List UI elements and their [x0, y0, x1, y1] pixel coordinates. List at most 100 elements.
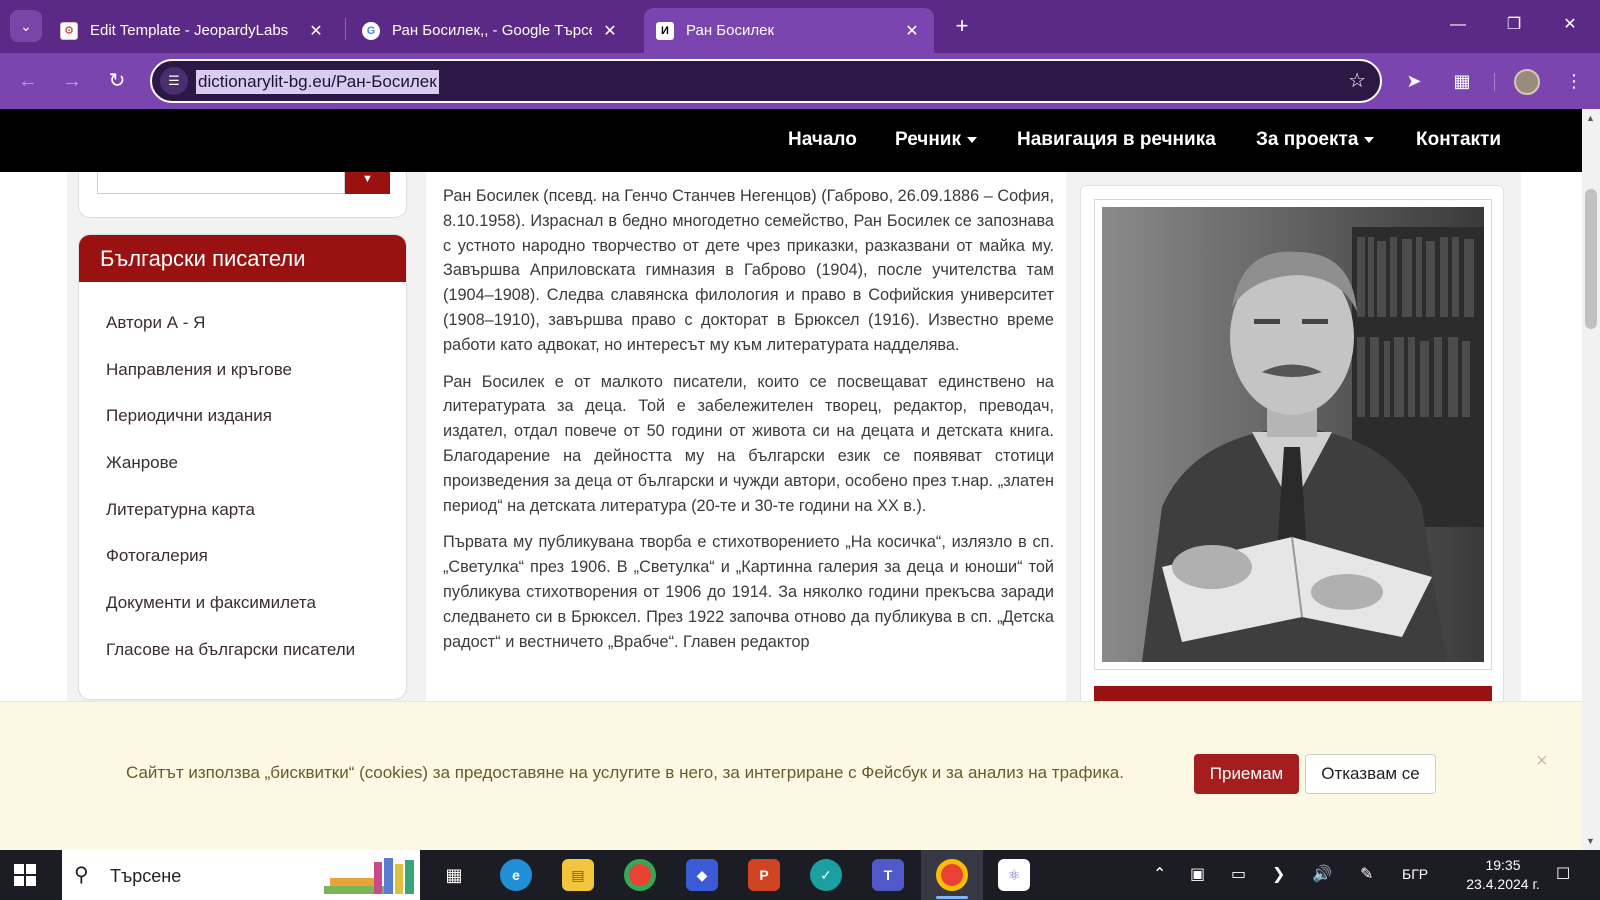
cursor-extension-icon[interactable]: ➤: [1398, 65, 1430, 97]
search-icon: ▼: [362, 173, 373, 185]
browser-toolbar: ← → ↻ ☰ dictionarylit-bg.eu/Ран-Босилек …: [0, 53, 1600, 109]
sidebar-item-photo-gallery[interactable]: Фотогалерия: [79, 533, 406, 580]
bulgarian-writers-card: Български писатели Автори А - Я Направле…: [78, 234, 407, 700]
sidebar-search-button[interactable]: ▼: [345, 172, 390, 194]
battery-icon[interactable]: ▭: [1231, 864, 1246, 884]
sidebar-item-movements[interactable]: Направления и кръгове: [79, 347, 406, 394]
address-bar[interactable]: ☰ dictionarylit-bg.eu/Ран-Босилек ☆: [150, 59, 1382, 103]
kebab-menu-icon[interactable]: ⋮: [1558, 65, 1590, 97]
close-tab-icon[interactable]: ✕: [902, 21, 922, 41]
decline-cookies-button[interactable]: Отказвам се: [1305, 754, 1436, 794]
pen-icon[interactable]: ✎: [1360, 864, 1373, 884]
books-decoration-icon: [324, 858, 414, 894]
clock-time: 19:35: [1485, 857, 1521, 873]
chrome-app-icon[interactable]: [624, 859, 656, 891]
tab-separator: [345, 18, 346, 40]
edge-app-icon[interactable]: e: [500, 859, 532, 891]
powerpoint-app-icon[interactable]: P: [748, 859, 780, 891]
reload-button[interactable]: ↻: [101, 65, 133, 97]
sidebar-item-voices[interactable]: Гласове на български писатели: [79, 627, 406, 674]
tab-jeopardylabs[interactable]: ⚙ Edit Template - JeopardyLabs ✕: [48, 8, 338, 53]
restore-window-button[interactable]: ❐: [1494, 10, 1534, 40]
system-clock[interactable]: 19:35 23.4.2024 г.: [1456, 856, 1550, 894]
chevron-down-icon: ⌄: [20, 17, 32, 34]
clock-date: 23.4.2024 г.: [1466, 876, 1540, 892]
nav-about-project-label: За проекта: [1256, 129, 1359, 150]
check-app-icon[interactable]: ✓: [810, 859, 842, 891]
tab-title: Ран Босилек: [686, 22, 775, 39]
site-navigation: Начало Речник Навигация в речника За про…: [0, 109, 1582, 172]
show-hidden-icons-chevron-icon[interactable]: ⌃: [1153, 864, 1166, 884]
sidebar-item-documents[interactable]: Документи и факсимилета: [79, 580, 406, 627]
sidebar-item-genres[interactable]: Жанрове: [79, 440, 406, 487]
sidebar-item-literary-map[interactable]: Литературна карта: [79, 487, 406, 534]
tab-search-button[interactable]: ⌄: [10, 10, 42, 42]
sidebar-item-periodicals[interactable]: Периодични издания: [79, 393, 406, 440]
caret-down-icon: [967, 136, 977, 143]
teams-app-icon[interactable]: T: [872, 859, 904, 891]
meet-now-icon[interactable]: ▣: [1190, 864, 1205, 884]
page-scrollbar[interactable]: ▲ ▼: [1582, 109, 1600, 850]
close-banner-icon[interactable]: ×: [1536, 750, 1548, 773]
tab-title: Ран Босилек,, - Google Търсене: [392, 22, 592, 39]
task-view-icon[interactable]: ▦: [438, 859, 470, 891]
atom-app-icon[interactable]: ⚛: [998, 859, 1030, 891]
active-app-indicator: [936, 896, 968, 899]
scrollbar-thumb[interactable]: [1585, 189, 1597, 329]
caret-down-icon: [1364, 136, 1375, 143]
nav-dictionary-label: Речник: [895, 129, 961, 150]
chrome-profile-app-icon[interactable]: [936, 859, 968, 891]
author-portrait-image: [1102, 207, 1484, 662]
toolbar-divider: [1494, 73, 1495, 91]
copilot-app-icon[interactable]: ◆: [686, 859, 718, 891]
writers-menu: Автори А - Я Направления и кръгове Перио…: [79, 282, 406, 674]
forward-button[interactable]: →: [56, 65, 88, 97]
extensions-puzzle-icon[interactable]: ▦: [1446, 65, 1478, 97]
article-paragraph: Ран Босилек (псевд. на Генчо Станчев Нег…: [443, 187, 1054, 354]
nav-dictionary-navigation[interactable]: Навигация в речника: [1017, 129, 1216, 151]
nav-home[interactable]: Начало: [788, 129, 857, 151]
google-favicon-icon: G: [362, 21, 380, 40]
scroll-down-arrow-icon[interactable]: ▼: [1586, 836, 1595, 846]
windows-start-icon[interactable]: [14, 864, 36, 886]
portrait-illustration: [1102, 207, 1484, 662]
accept-cookies-button[interactable]: Приемам: [1194, 754, 1299, 794]
close-tab-icon[interactable]: ✕: [306, 21, 326, 41]
profile-avatar[interactable]: [1514, 69, 1540, 95]
file-explorer-icon[interactable]: ▤: [562, 859, 594, 891]
photo-frame: [1094, 199, 1492, 670]
input-language-indicator[interactable]: БГР: [1402, 866, 1428, 882]
nav-about-project[interactable]: За проекта: [1256, 129, 1375, 151]
search-icon: ⚲: [74, 864, 89, 886]
windows-taskbar: ⚲ Търсене ▦ e ▤ ◆ P ✓ T ⚛ ⌃ ▣ ▭ ❯ 🔊 ✎ БГ…: [0, 850, 1600, 900]
sidebar-search-card: ▼: [78, 172, 407, 218]
site-settings-icon[interactable]: ☰: [160, 67, 188, 95]
close-window-button[interactable]: ✕: [1550, 10, 1590, 40]
scroll-up-arrow-icon[interactable]: ▲: [1586, 113, 1595, 123]
cookie-message: Сайтът използва „бисквитки“ (cookies) за…: [126, 763, 1124, 782]
notifications-icon[interactable]: ☐: [1556, 864, 1570, 884]
sidebar-search-input[interactable]: [97, 172, 345, 194]
taskbar-search-box[interactable]: ⚲ Търсене: [62, 850, 420, 900]
jeopardylabs-favicon-icon: ⚙: [60, 21, 78, 40]
new-tab-button[interactable]: +: [948, 12, 976, 40]
volume-icon[interactable]: 🔊: [1312, 864, 1332, 884]
nav-dictionary[interactable]: Речник: [895, 129, 977, 151]
sidebar-item-authors[interactable]: Автори А - Я: [79, 300, 406, 347]
tab-google-search[interactable]: G Ран Босилек,, - Google Търсене ✕: [350, 8, 632, 53]
cookie-consent-banner: Сайтът използва „бисквитки“ (cookies) за…: [0, 701, 1582, 850]
back-button[interactable]: ←: [12, 65, 44, 97]
article-paragraph: Ран Босилек е от малкото писатели, които…: [443, 372, 1054, 515]
tab-title: Edit Template - JeopardyLabs: [90, 22, 289, 39]
bookmark-star-icon[interactable]: ☆: [1348, 68, 1366, 93]
nav-contacts[interactable]: Контакти: [1416, 129, 1501, 151]
site-favicon-icon: И: [656, 21, 674, 40]
wifi-icon[interactable]: ❯: [1272, 864, 1285, 884]
close-tab-icon[interactable]: ✕: [600, 21, 620, 41]
url-text[interactable]: dictionarylit-bg.eu/Ран-Босилек: [196, 70, 439, 94]
minimize-window-button[interactable]: —: [1438, 10, 1478, 40]
taskbar-search-placeholder: Търсене: [110, 866, 182, 886]
writers-card-header: Български писатели: [79, 235, 406, 282]
tab-ran-bosilek[interactable]: И Ран Босилек ✕: [644, 8, 934, 53]
browser-tab-strip: ⌄ ⚙ Edit Template - JeopardyLabs ✕ G Ран…: [0, 0, 1600, 53]
